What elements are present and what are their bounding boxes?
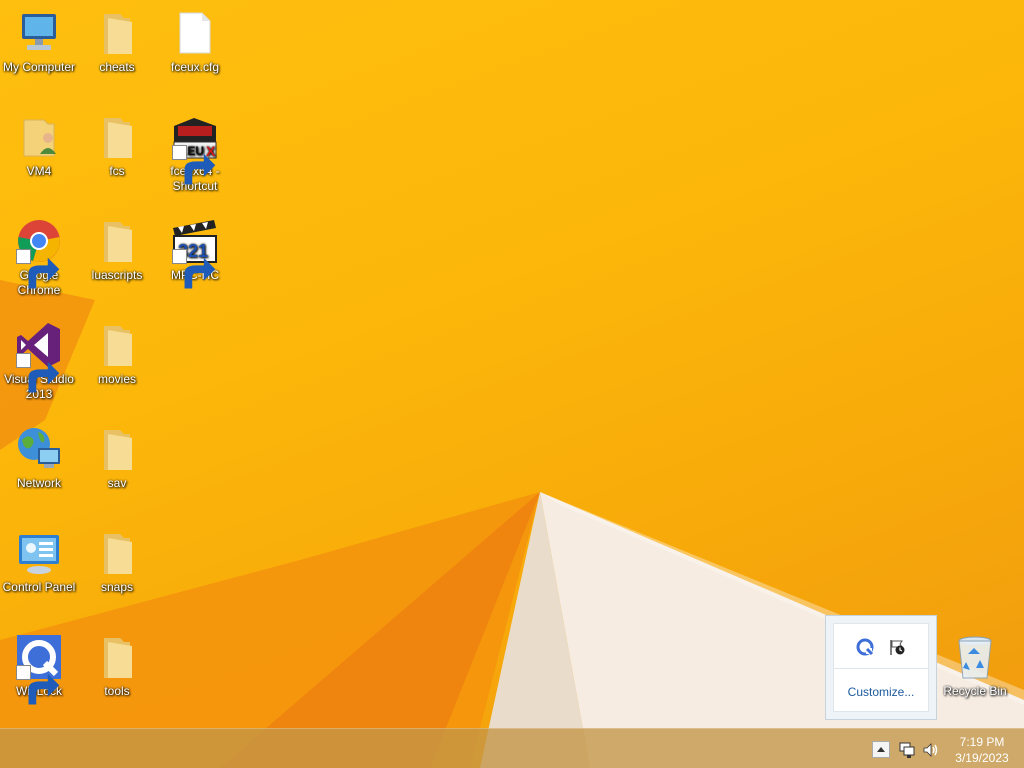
folder-icon xyxy=(92,424,142,474)
network-icon xyxy=(14,424,64,474)
desktop-icon-sav[interactable]: sav xyxy=(78,424,156,491)
chrome-icon xyxy=(14,216,64,289)
folder-icon xyxy=(92,112,142,162)
desktop-icon-label: fceux.cfg xyxy=(170,60,220,74)
tray-overflow-panel: Customize... xyxy=(833,623,929,712)
desktop-icon-visual-studio[interactable]: Visual Studio 2013 xyxy=(0,320,78,402)
desktop-icon-tools[interactable]: tools xyxy=(78,632,156,699)
desktop-icon-google-chrome[interactable]: Google Chrome xyxy=(0,216,78,298)
customize-link[interactable]: Customize... xyxy=(834,685,928,699)
desktop-icon-label: movies xyxy=(97,372,136,386)
file-icon xyxy=(170,8,220,58)
control-panel-icon xyxy=(14,528,64,578)
desktop-icon-snaps[interactable]: snaps xyxy=(78,528,156,595)
desktop-icon-label: fcs xyxy=(109,164,125,178)
desktop-icon-label: Recycle Bin xyxy=(943,684,1007,698)
desktop-icon-luascripts[interactable]: luascripts xyxy=(78,216,156,283)
clock-time: 7:19 PM xyxy=(959,735,1005,749)
computer-icon xyxy=(14,8,64,58)
desktop-icon-vm4[interactable]: VM4 xyxy=(0,112,78,179)
desktop-icon-fceux-cfg[interactable]: fceux.cfg xyxy=(156,8,234,75)
folder-icon xyxy=(92,8,142,58)
desktop-icon-label: snaps xyxy=(100,580,134,594)
desktop-icon-label: Control Panel xyxy=(2,580,76,594)
app-tray-icon[interactable] xyxy=(856,638,874,656)
desktop-icon-my-computer[interactable]: My Computer xyxy=(0,8,78,75)
chevron-up-icon xyxy=(877,747,885,752)
user-folder-icon xyxy=(14,112,64,162)
shortcut-arrow-icon xyxy=(16,353,60,393)
action-center-flag-icon[interactable] xyxy=(888,638,906,656)
clock-date: 3/19/2023 xyxy=(955,751,1009,765)
recycle-bin-icon xyxy=(950,632,1000,682)
folder-icon xyxy=(92,216,142,266)
volume-icon[interactable] xyxy=(922,741,940,759)
shortcut-arrow-icon xyxy=(172,145,216,185)
desktop-icon-recycle-bin[interactable]: Recycle Bin xyxy=(936,632,1014,699)
taskbar-clock[interactable]: 7:19 PM 3/19/2023 xyxy=(946,734,1018,766)
desktop-icon-label: cheats xyxy=(99,60,135,74)
network-tray-icon[interactable] xyxy=(898,741,916,759)
desktop-icon-label: tools xyxy=(104,684,130,698)
desktop-icon-cheats[interactable]: cheats xyxy=(78,8,156,75)
desktop-icon-label: Network xyxy=(16,476,61,490)
folder-icon xyxy=(92,320,142,370)
desktop-icon-fceux64-shortcut[interactable]: F.EU X fceux64 - Shortcut xyxy=(156,112,234,194)
winlock-icon xyxy=(14,632,64,705)
visual-studio-icon xyxy=(14,320,64,393)
fceux-icon: F.EU X xyxy=(170,112,220,185)
taskbar[interactable]: 7:19 PM 3/19/2023 xyxy=(0,728,1024,768)
desktop-icon-label: luascripts xyxy=(91,268,143,282)
show-hidden-icons-button[interactable] xyxy=(872,741,890,758)
desktop-icon-label: VM4 xyxy=(26,164,52,178)
shortcut-arrow-icon xyxy=(16,249,60,289)
shortcut-arrow-icon xyxy=(16,665,60,705)
desktop-icon-label: My Computer xyxy=(2,60,76,74)
desktop-icon-mpc-hc[interactable]: 321 MPC-HC xyxy=(156,216,234,289)
mpc-hc-icon: 321 xyxy=(170,216,220,289)
desktop-icon-movies[interactable]: movies xyxy=(78,320,156,387)
tray-overflow-popup: Customize... xyxy=(825,615,937,720)
desktop-icon-winlock[interactable]: WinLock xyxy=(0,632,78,705)
folder-icon xyxy=(92,632,142,682)
desktop-icon-fcs[interactable]: fcs xyxy=(78,112,156,179)
desktop-icon-control-panel[interactable]: Control Panel xyxy=(0,528,78,595)
divider xyxy=(834,668,928,669)
desktop-icon-label: sav xyxy=(107,476,127,490)
desktop-icon-network[interactable]: Network xyxy=(0,424,78,491)
shortcut-arrow-icon xyxy=(172,249,216,289)
folder-icon xyxy=(92,528,142,578)
desktop[interactable]: My Computer VM4 Google Chrome Visual Stu… xyxy=(0,0,1024,768)
